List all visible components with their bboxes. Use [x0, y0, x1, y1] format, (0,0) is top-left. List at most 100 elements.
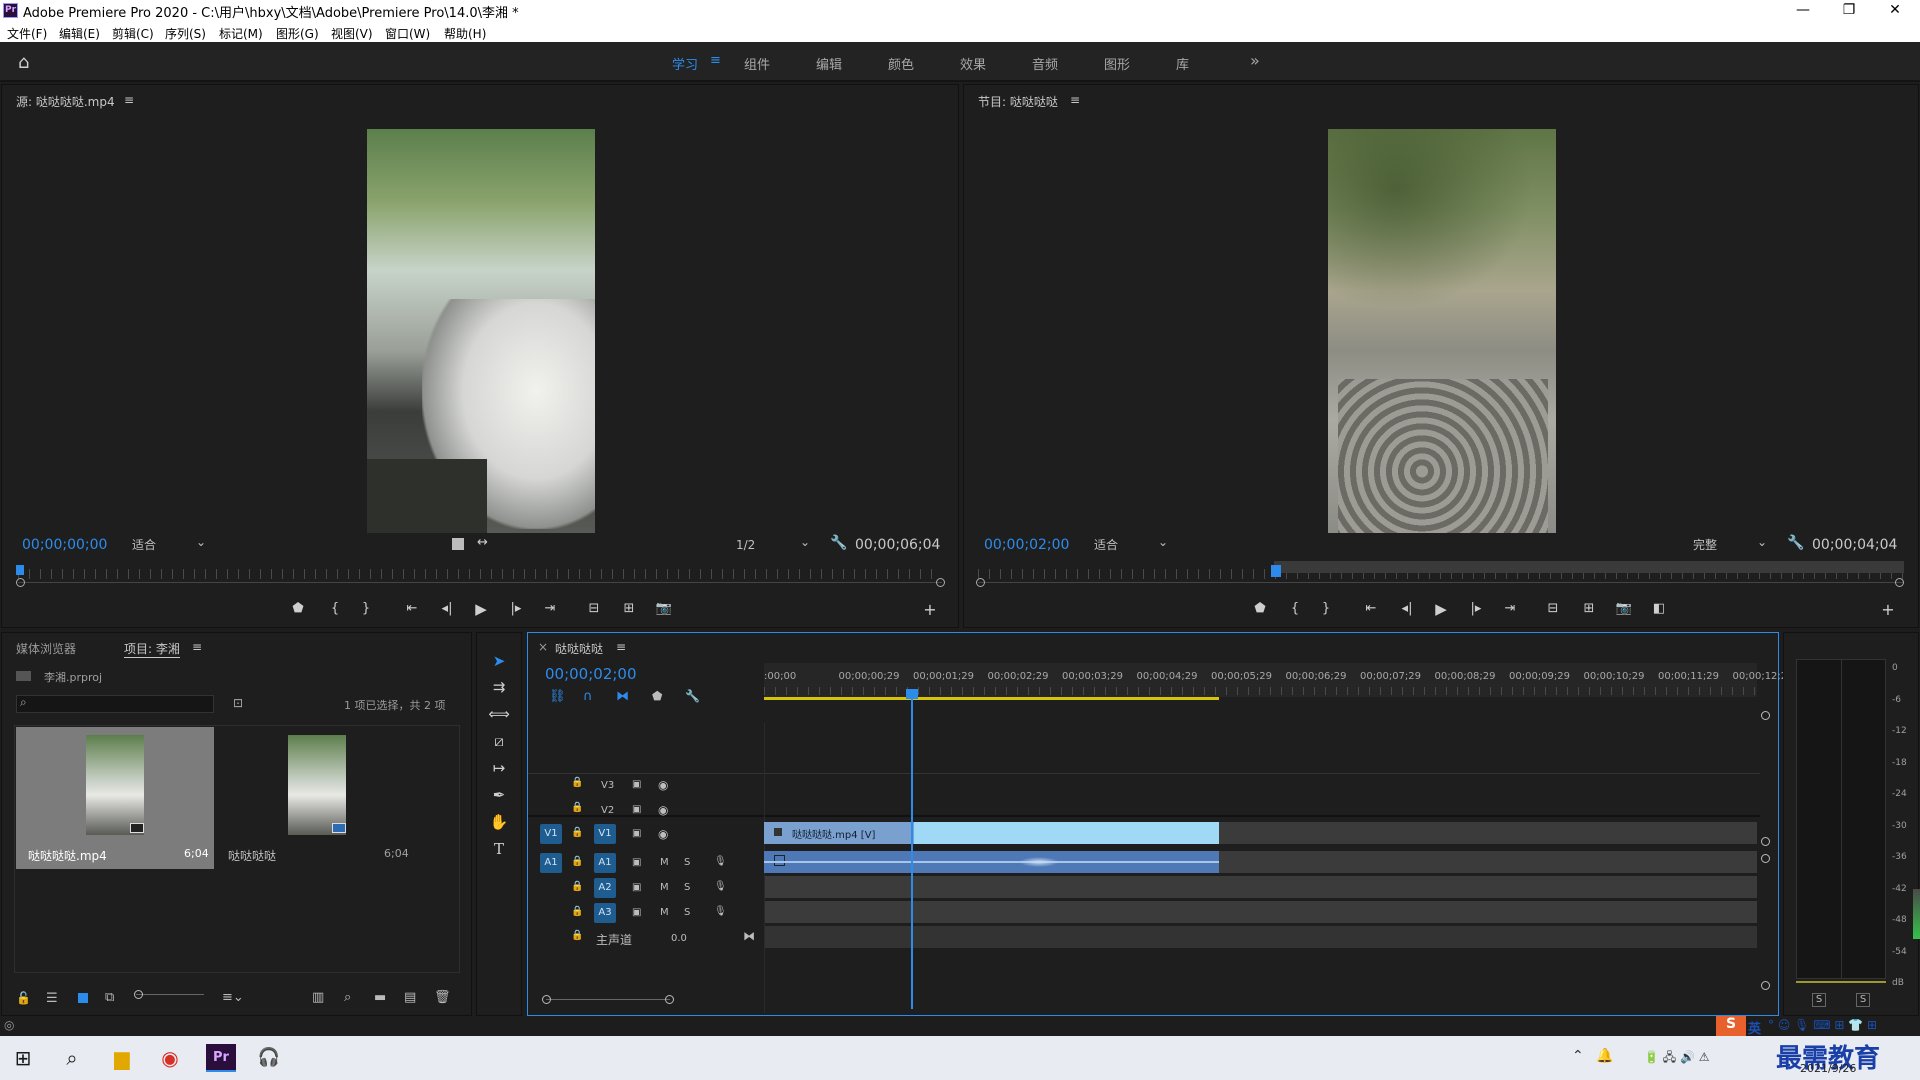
a2-solo-button[interactable]: S — [684, 882, 690, 893]
menu-help[interactable]: 帮助(H) — [444, 25, 486, 42]
v1-sync-icon[interactable]: ▣ — [632, 828, 641, 839]
workspace-audio[interactable]: 音频 — [1032, 54, 1058, 73]
play-icon[interactable]: ▶ — [1431, 600, 1451, 618]
tray-chevron-icon[interactable]: ⌃ — [1572, 1048, 1584, 1064]
camera-icon[interactable]: 📷 — [1614, 601, 1634, 616]
timeline-horizontal-scrollbar[interactable] — [546, 999, 670, 1000]
audio-clip[interactable] — [764, 851, 1219, 873]
mark-out-icon[interactable]: } — [356, 601, 376, 616]
solo-right-button[interactable]: S — [1856, 993, 1870, 1007]
menu-file[interactable]: 文件(F) — [7, 25, 47, 42]
h-scroll-handle-left[interactable] — [542, 995, 551, 1004]
new-bin-icon[interactable]: ▬ — [374, 990, 386, 1005]
find-icon[interactable]: ⌕ — [344, 990, 351, 1005]
windows-start-icon[interactable]: ⊞ — [8, 1044, 38, 1072]
a3-sync-icon[interactable]: ▣ — [632, 907, 641, 918]
source-monitor-tab[interactable]: 源: 哒哒哒哒.mp4 — [16, 93, 115, 110]
a2-mute-button[interactable]: M — [660, 882, 669, 893]
program-current-timecode[interactable]: 00;00;02;00 — [984, 537, 1069, 553]
a3-solo-button[interactable]: S — [684, 907, 690, 918]
a3-lock-icon[interactable]: 🔒 — [571, 906, 583, 917]
source-playhead[interactable] — [16, 565, 24, 575]
program-monitor-tab[interactable]: 节目: 哒哒哒哒 — [978, 93, 1058, 110]
workspace-assembly[interactable]: 组件 — [744, 54, 770, 73]
scroll-handle-left[interactable] — [976, 578, 985, 587]
icon-view-icon[interactable] — [78, 993, 88, 1003]
insert-overwrite-sequence-icon[interactable]: ⛓ — [549, 689, 566, 704]
vertical-scroll-handle-top[interactable] — [1761, 711, 1770, 720]
minimize-button[interactable]: — — [1780, 0, 1826, 22]
close-tab-icon[interactable]: × — [538, 640, 548, 654]
step-back-icon[interactable]: ◂| — [1397, 601, 1417, 616]
menu-sequence[interactable]: 序列(S) — [165, 25, 206, 42]
taskbar-search-icon[interactable]: ⌕ — [57, 1044, 87, 1072]
a3-mic-icon[interactable]: 🎙 — [714, 906, 727, 917]
panel-menu-icon[interactable]: ≡ — [124, 93, 134, 107]
step-back-icon[interactable]: ◂| — [437, 601, 457, 616]
camera-icon[interactable]: 📷 — [654, 601, 674, 616]
menu-edit[interactable]: 编辑(E) — [59, 25, 100, 42]
step-forward-icon[interactable]: |▸ — [506, 601, 526, 616]
overwrite-icon[interactable]: ⊞ — [619, 601, 639, 616]
add-marker-icon[interactable]: ⬟ — [1250, 601, 1270, 616]
add-marker-icon[interactable]: ⬟ — [288, 601, 308, 616]
a2-mic-icon[interactable]: 🎙 — [714, 881, 727, 892]
mark-in-icon[interactable]: { — [325, 601, 345, 616]
audio-scroll-handle[interactable] — [1761, 854, 1770, 863]
go-to-end-icon[interactable]: ⧓ — [743, 929, 755, 943]
ime-language-indicator[interactable]: 英 — [1748, 1018, 1761, 1037]
ime-toolbar-icons[interactable]: ° ☺ 🎙 ⌨ ⊞ 👕 ⊞ — [1768, 1018, 1877, 1032]
workspace-editing[interactable]: 编辑 — [816, 54, 842, 73]
master-lock-icon[interactable]: 🔒 — [571, 930, 583, 941]
source-patch-a1[interactable]: A1 — [540, 853, 562, 873]
project-tab[interactable]: 项目: 李湘 — [124, 640, 180, 658]
maximize-button[interactable]: ❐ — [1826, 0, 1872, 22]
media-browser-tab[interactable]: 媒体浏览器 — [16, 640, 76, 657]
video-scroll-handle[interactable] — [1761, 837, 1770, 846]
a3-track-target[interactable]: A3 — [594, 903, 616, 923]
video-clip[interactable]: 哒哒哒哒.mp4 [V] — [764, 822, 1219, 844]
button-editor-icon[interactable]: + — [920, 600, 940, 619]
panel-menu-icon[interactable]: ≡ — [1070, 93, 1080, 107]
go-to-out-icon[interactable]: ⇥ — [1500, 601, 1520, 616]
v3-eye-icon[interactable]: ◉ — [658, 778, 668, 792]
go-to-in-icon[interactable]: ⇤ — [402, 601, 422, 616]
chrome-icon[interactable]: ◉ — [155, 1044, 185, 1072]
a1-solo-button[interactable]: S — [684, 857, 690, 868]
v1-eye-icon[interactable]: ◉ — [658, 827, 668, 841]
more-workspaces-icon[interactable]: » — [1250, 51, 1260, 70]
zoom-slider[interactable] — [136, 994, 204, 995]
source-resolution-dropdown[interactable]: 1/2 — [732, 533, 814, 554]
workspace-color[interactable]: 颜色 — [888, 54, 914, 73]
menu-window[interactable]: 窗口(W) — [385, 25, 430, 42]
a1-mute-button[interactable]: M — [660, 857, 669, 868]
new-search-bin-icon[interactable]: ⊡ — [233, 696, 243, 710]
master-volume-value[interactable]: 0.0 — [671, 933, 687, 944]
sogou-ime-icon[interactable]: S — [1716, 1016, 1746, 1036]
v1-lock-icon[interactable]: 🔒 — [571, 827, 583, 838]
timeline-playhead[interactable] — [906, 689, 918, 1009]
v1-track-target[interactable]: V1 — [594, 824, 616, 844]
new-item-icon[interactable]: ▤ — [404, 990, 416, 1005]
premiere-taskbar-icon[interactable]: Pr — [206, 1044, 236, 1072]
a3-mute-button[interactable]: M — [660, 907, 669, 918]
close-button[interactable]: ✕ — [1872, 0, 1918, 22]
go-to-in-icon[interactable]: ⇤ — [1361, 601, 1381, 616]
workspace-libraries[interactable]: 库 — [1176, 54, 1189, 73]
menu-view[interactable]: 视图(V) — [331, 25, 373, 42]
ripple-edit-tool-icon[interactable]: ⟺ — [488, 705, 510, 723]
sort-icon[interactable]: ≡⌄ — [222, 990, 244, 1005]
timeline-current-timecode[interactable]: 00;00;02;00 — [545, 665, 637, 683]
v2-sync-icon[interactable]: ▣ — [632, 804, 641, 815]
insert-icon[interactable]: ⊟ — [584, 601, 604, 616]
slip-tool-icon[interactable]: ↦ — [488, 759, 510, 777]
file-explorer-icon[interactable]: ▆ — [107, 1044, 137, 1072]
source-zoom-dropdown[interactable]: 适合 — [128, 533, 210, 554]
workspace-learn[interactable]: 学习 — [672, 54, 698, 73]
comparison-view-icon[interactable]: ◧ — [1649, 601, 1669, 616]
pen-tool-icon[interactable]: ✒ — [488, 786, 510, 804]
app-taskbar-icon[interactable]: 🎧 — [254, 1044, 284, 1072]
lock-icon[interactable]: 🔓 — [16, 991, 31, 1005]
play-icon[interactable]: ▶ — [471, 600, 491, 618]
home-icon[interactable]: ⌂ — [18, 52, 29, 73]
